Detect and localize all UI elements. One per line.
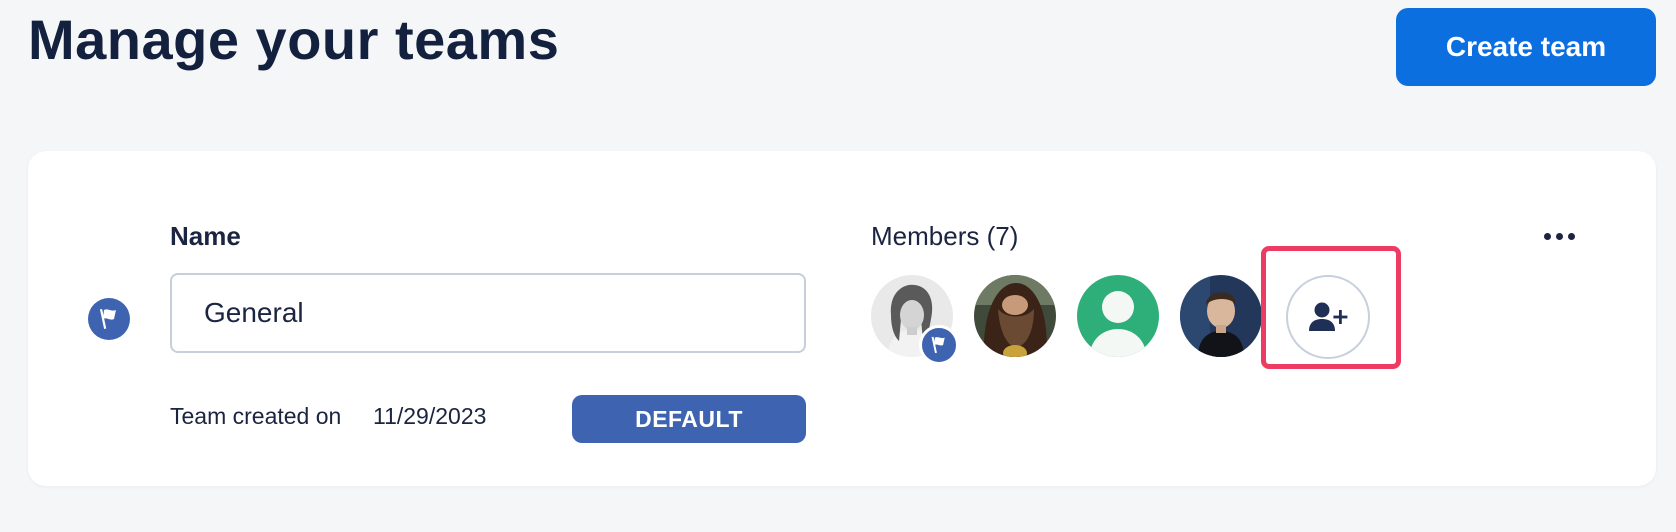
team-name-input[interactable] [170, 273, 806, 353]
team-created-label: Team created on [170, 403, 348, 429]
add-member-button[interactable] [1286, 275, 1370, 359]
add-user-icon [1309, 302, 1348, 331]
team-created-date: 11/29/2023 [373, 403, 487, 429]
team-flag-icon [88, 298, 130, 340]
page-title: Manage your teams [28, 8, 560, 71]
name-label: Name [170, 221, 241, 251]
more-options-icon[interactable] [1533, 221, 1585, 251]
member-avatar-placeholder[interactable] [1077, 275, 1159, 357]
page: Manage your teams Create team Name Team … [0, 0, 1676, 532]
create-team-button[interactable]: Create team [1396, 8, 1656, 86]
default-badge: DEFAULT [572, 395, 806, 443]
owner-flag-icon [919, 325, 959, 365]
members-label: Members (7) [871, 221, 1019, 251]
team-card: Name Team created on 11/29/2023 DEFAULT … [28, 151, 1656, 486]
member-avatar[interactable] [974, 275, 1056, 357]
member-avatar[interactable] [1180, 275, 1262, 357]
